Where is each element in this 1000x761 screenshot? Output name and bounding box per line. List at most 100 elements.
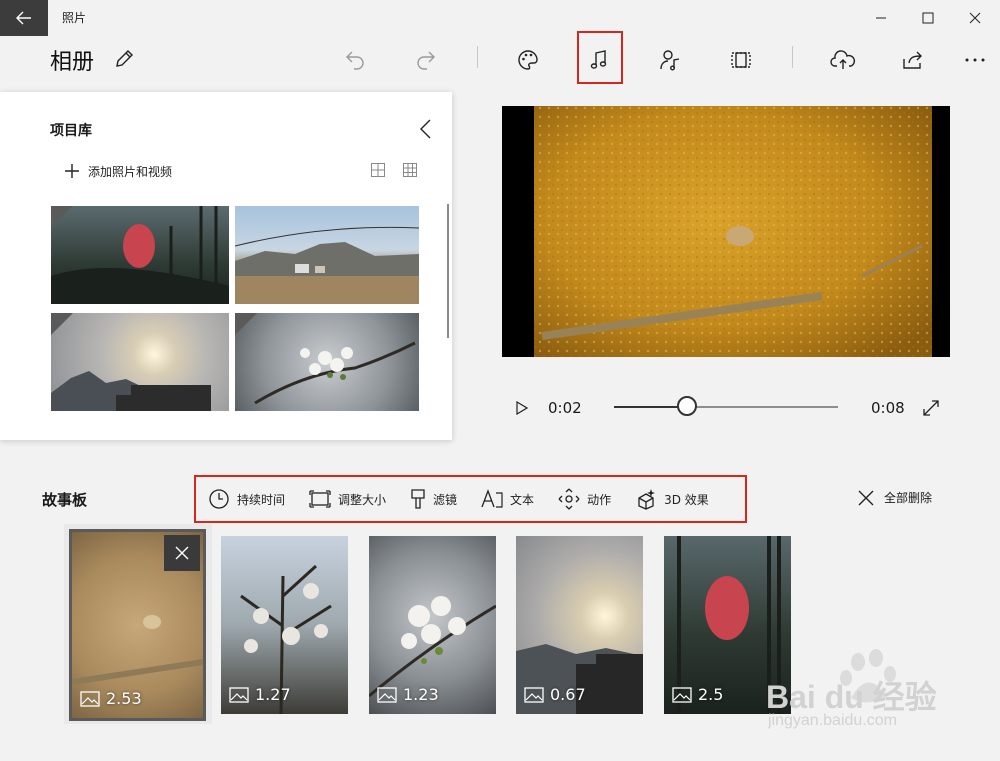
clock-icon	[209, 489, 229, 509]
card-duration: 1.27	[229, 685, 291, 704]
used-marker	[51, 313, 73, 335]
blossom-photo	[254, 341, 416, 405]
redo-icon	[417, 51, 435, 70]
seek-bar-progress	[614, 406, 687, 408]
resize-icon	[309, 490, 331, 508]
close-icon	[969, 12, 981, 24]
large-grid-view-button[interactable]	[371, 162, 387, 178]
app-title: 照片	[62, 11, 87, 25]
card-duration-value: 1.23	[403, 685, 439, 704]
close-window-button[interactable]	[952, 4, 998, 32]
upload-button[interactable]	[823, 40, 863, 80]
image-icon	[672, 686, 692, 703]
music-highlight	[577, 31, 623, 84]
resize-button[interactable]: 调整大小	[309, 484, 386, 514]
grid-large-icon	[371, 163, 385, 177]
storyboard-card[interactable]: 0.67	[516, 536, 643, 714]
text-icon	[481, 489, 503, 508]
back-button[interactable]	[0, 0, 48, 36]
library-item[interactable]	[51, 206, 229, 304]
image-icon	[524, 686, 544, 703]
image-icon	[229, 686, 249, 703]
end-time: 0:08	[871, 399, 905, 417]
aspect-ratio-icon	[731, 52, 751, 68]
more-icon	[965, 58, 985, 62]
album-title: 相册	[50, 50, 95, 75]
used-marker	[235, 313, 257, 335]
plus-icon	[65, 164, 79, 178]
image-icon	[377, 686, 397, 703]
current-time: 0:02	[548, 399, 582, 417]
title-bar	[0, 0, 1000, 36]
card-duration: 2.5	[672, 685, 723, 704]
3d-effects-label: 3D 效果	[664, 492, 709, 507]
library-scrollbar[interactable]	[447, 204, 449, 338]
image-icon	[80, 690, 100, 707]
chevron-left-icon	[420, 119, 431, 139]
lantern-photo	[51, 206, 229, 304]
card-duration-value: 0.67	[550, 685, 586, 704]
text-button[interactable]: 文本	[481, 484, 534, 514]
card-duration: 1.23	[377, 685, 439, 704]
sunset-photo	[51, 371, 211, 411]
library-item[interactable]	[235, 313, 419, 411]
card-duration-value: 2.5	[698, 685, 724, 704]
close-icon	[175, 546, 189, 560]
play-button[interactable]	[512, 398, 532, 418]
watermark-url: jingyan.baidu.com	[768, 712, 897, 729]
storyboard-card[interactable]: 1.27	[221, 536, 348, 714]
motion-label: 动作	[587, 492, 612, 507]
add-media-label: 添加照片和视频	[88, 164, 173, 179]
cloud-upload-icon	[830, 50, 856, 69]
remove-card-button[interactable]	[164, 535, 200, 571]
themes-button[interactable]	[508, 40, 548, 80]
card-duration-value: 2.53	[106, 689, 142, 708]
motion-button[interactable]: 动作	[558, 484, 611, 514]
toolbar-divider	[477, 46, 478, 68]
redo-button[interactable]	[406, 40, 446, 80]
storyboard-card[interactable]: 1.23	[369, 536, 496, 714]
aspect-ratio-button[interactable]	[721, 40, 761, 80]
undo-button[interactable]	[335, 40, 375, 80]
text-label: 文本	[510, 492, 535, 507]
share-icon	[903, 51, 922, 69]
filters-button[interactable]: 滤镜	[410, 484, 457, 514]
toolbar-divider	[792, 46, 793, 68]
small-grid-view-button[interactable]	[403, 162, 419, 178]
share-button[interactable]	[893, 40, 933, 80]
narration-button[interactable]	[650, 40, 690, 80]
add-photos-videos-button[interactable]: 添加照片和视频	[64, 160, 172, 182]
video-preview	[502, 106, 950, 357]
fullscreen-button[interactable]	[920, 397, 942, 419]
seek-thumb[interactable]	[676, 396, 697, 416]
undo-icon	[346, 51, 364, 70]
pencil-icon	[116, 50, 133, 67]
delete-all-label: 全部删除	[884, 491, 933, 505]
rename-button[interactable]	[113, 48, 137, 72]
minimize-icon	[876, 17, 886, 19]
card-duration: 0.67	[524, 685, 586, 704]
resize-label: 调整大小	[338, 492, 387, 507]
motion-icon	[558, 488, 580, 510]
preview-frame	[502, 106, 950, 357]
3d-effects-button[interactable]: 3D 效果	[635, 484, 709, 514]
village-photo	[235, 226, 419, 304]
duration-button[interactable]: 持续时间	[208, 484, 285, 514]
library-title: 项目库	[50, 123, 92, 139]
collapse-library-button[interactable]	[416, 118, 438, 140]
3d-effects-icon	[638, 489, 656, 510]
used-marker	[51, 206, 73, 228]
card-duration-value: 1.27	[255, 685, 291, 704]
library-item[interactable]	[235, 206, 419, 304]
delete-all-button[interactable]: 全部删除	[858, 489, 932, 506]
person-music-icon	[660, 50, 680, 71]
card-duration: 2.53	[80, 689, 142, 708]
minimize-button[interactable]	[858, 4, 904, 32]
duration-label: 持续时间	[237, 492, 286, 507]
maximize-button[interactable]	[905, 4, 951, 32]
library-item[interactable]	[51, 313, 229, 411]
more-button[interactable]	[955, 40, 995, 80]
expand-icon	[923, 400, 939, 416]
filters-label: 滤镜	[433, 492, 458, 507]
storyboard-card[interactable]: 2.53	[69, 529, 206, 721]
